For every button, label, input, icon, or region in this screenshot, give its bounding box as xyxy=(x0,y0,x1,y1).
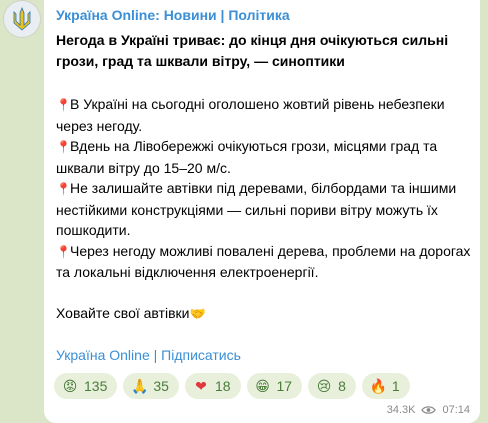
red-heart-icon: ❤ xyxy=(195,377,207,394)
channel-name[interactable]: Україна Online: Новини | Політика xyxy=(56,7,290,23)
reaction-cry[interactable]: 😢 8 xyxy=(308,373,356,399)
reaction-count: 18 xyxy=(214,378,231,394)
reaction-angry[interactable]: 😡 135 xyxy=(54,373,118,399)
round-pushpin-icon: 📍 xyxy=(56,140,71,154)
reaction-heart[interactable]: ❤ 18 xyxy=(184,373,241,399)
closing-text: Ховайте свої автівки xyxy=(56,305,190,321)
reaction-grin[interactable]: 😁 17 xyxy=(246,373,303,399)
channel-avatar[interactable] xyxy=(3,0,41,38)
reaction-count: 1 xyxy=(391,378,400,394)
paragraph-text: Не залишайте автівки під деревами, білбо… xyxy=(56,180,457,238)
message-footer: 34.3K 07:14 xyxy=(387,404,470,416)
message-time: 07:14 xyxy=(442,404,470,416)
handshake-icon: 🤝 xyxy=(189,306,206,321)
angry-face-icon: 😡 xyxy=(62,377,78,394)
round-pushpin-icon: 📍 xyxy=(56,244,71,259)
post-paragraph: 📍Через негоду можливі повалені дерева, п… xyxy=(56,241,476,283)
grinning-face-icon: 😁 xyxy=(255,377,270,394)
views-count: 34.3K xyxy=(386,404,416,416)
reactions-bar: 😡 135 🙏 35 ❤ 18 😁 17 😢 8 🔥 1 xyxy=(54,373,410,399)
reaction-count: 35 xyxy=(153,378,169,394)
round-pushpin-icon: 📍 xyxy=(56,98,71,112)
message-bubble: Україна Online: Новини | Політика Негода… xyxy=(44,0,480,423)
reaction-fire[interactable]: 🔥 1 xyxy=(361,373,410,399)
crying-face-icon: 😢 xyxy=(316,377,332,394)
paragraph-text: В Україні на сьогодні оголошено жовтий р… xyxy=(56,96,445,134)
post-headline: Негода в Україні триває: до кінця дня оч… xyxy=(56,32,449,69)
reaction-count: 17 xyxy=(276,378,293,394)
reaction-count: 8 xyxy=(338,378,346,394)
round-pushpin-icon: 📍 xyxy=(56,182,71,196)
reaction-count: 135 xyxy=(84,378,108,394)
fire-icon: 🔥 xyxy=(369,377,388,394)
post-closing: Ховайте свої автівки🤝 xyxy=(56,305,206,322)
eye-icon xyxy=(421,406,437,414)
trident-logo-icon xyxy=(4,1,40,37)
post-body: 📍В Україні на сьогодні оголошено жовтий … xyxy=(56,94,476,283)
subscribe-link[interactable]: Україна Online | Підписатись xyxy=(56,347,241,363)
post-paragraph: 📍В Україні на сьогодні оголошено жовтий … xyxy=(56,94,476,136)
paragraph-text: Вдень на Лівобережжі очікуються грози, м… xyxy=(56,138,438,176)
post-paragraph: 📍Не залишайте автівки під деревами, білб… xyxy=(56,178,476,241)
folded-hands-icon: 🙏 xyxy=(131,377,149,394)
reaction-pray[interactable]: 🙏 35 xyxy=(123,373,179,399)
post-paragraph: 📍Вдень на Лівобережжі очікуються грози, … xyxy=(56,136,476,178)
paragraph-text: Через негоду можливі повалені дерева, пр… xyxy=(56,242,471,281)
